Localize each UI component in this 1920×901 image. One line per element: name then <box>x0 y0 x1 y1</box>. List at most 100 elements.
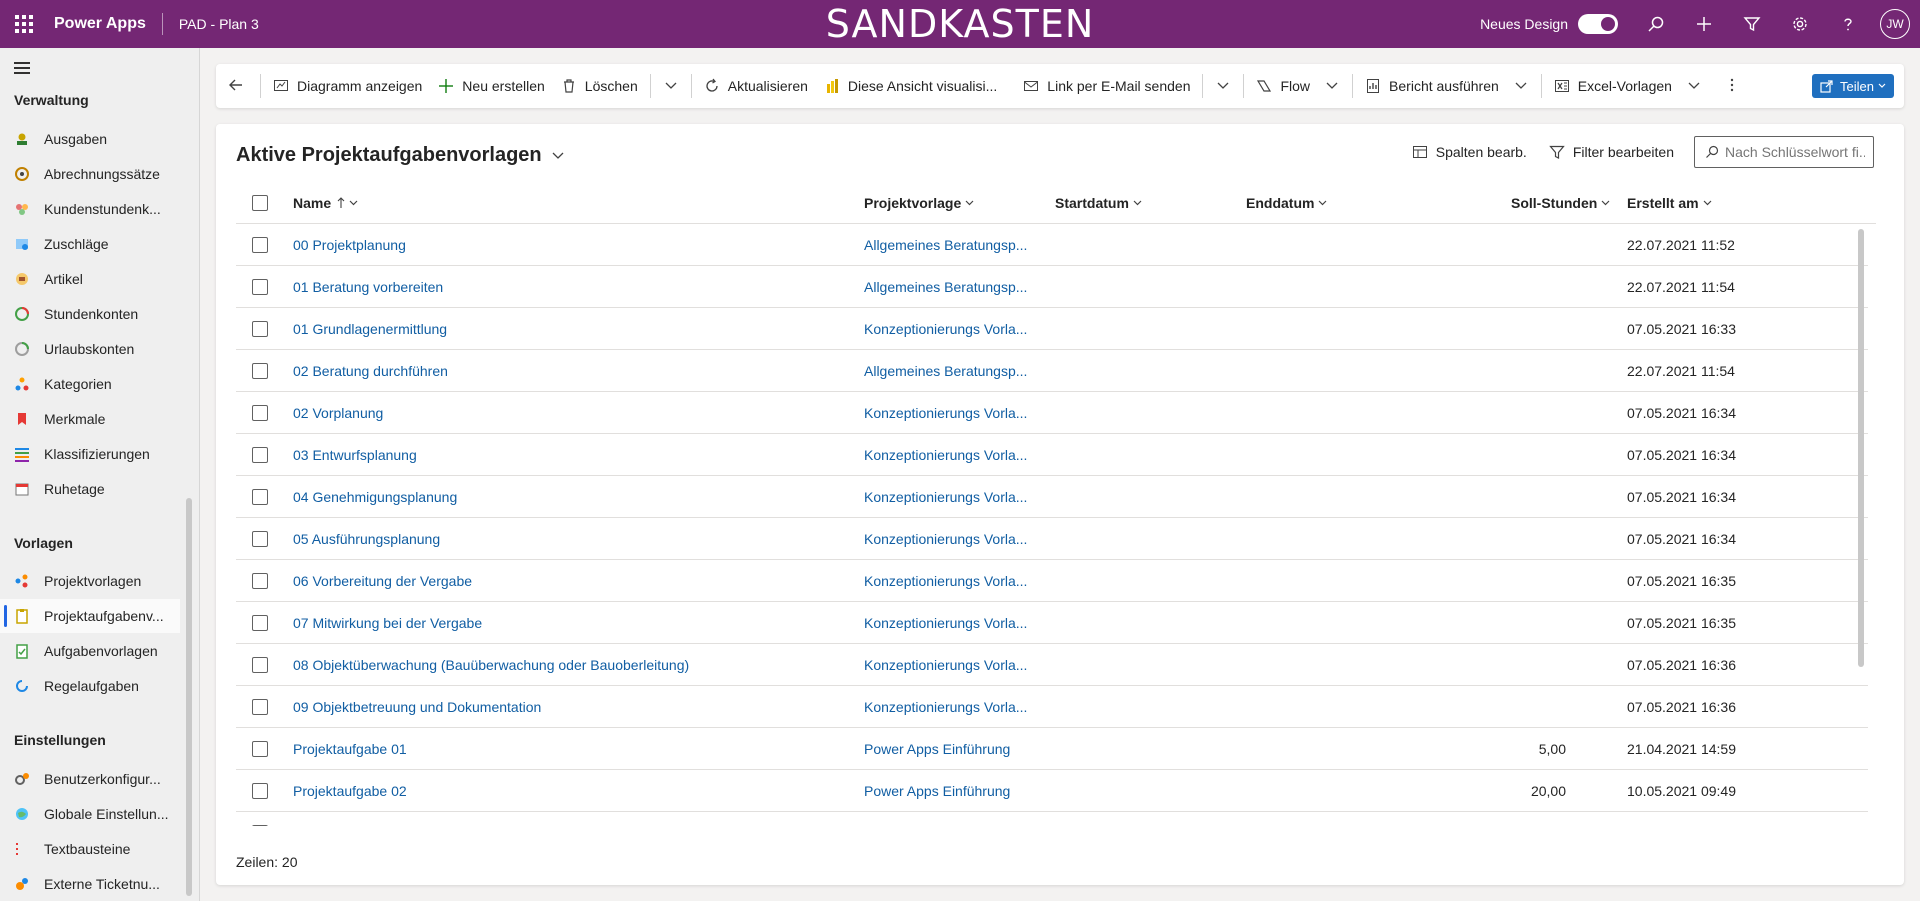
project-template-link[interactable]: Konzeptionierungs Vorla... <box>864 476 1027 518</box>
table-row[interactable]: 02 Beratung durchführen Allgemeines Bera… <box>236 350 1868 392</box>
row-checkbox-cell[interactable] <box>252 518 268 560</box>
show-chart-button[interactable]: Diagramm anzeigen <box>265 64 430 108</box>
sidebar-item-benutzerkonfiguration[interactable]: Benutzerkonfigur... <box>0 762 180 796</box>
row-checkbox-cell[interactable] <box>252 308 268 350</box>
table-row[interactable]: 03 Entwurfsplanung Konzeptionierungs Vor… <box>236 434 1868 476</box>
sidebar-item-artikel[interactable]: Artikel <box>0 262 180 296</box>
project-template-link[interactable]: Konzeptionierungs Vorla... <box>864 686 1027 728</box>
project-template-link[interactable]: Konzeptionierungs Vorla... <box>864 518 1027 560</box>
project-template-link[interactable]: Allgemeines Beratungsp... <box>864 224 1027 266</box>
name-link[interactable]: Projektaufgabe 01 <box>293 728 407 770</box>
project-template-link[interactable]: Power Apps Einführung <box>864 770 1010 812</box>
hamburger-icon[interactable] <box>14 62 30 74</box>
sidebar-item-kategorien[interactable]: Kategorien <box>0 367 180 401</box>
row-checkbox[interactable] <box>252 657 268 673</box>
name-link[interactable]: 01 Grundlagenermittlung <box>293 308 447 350</box>
row-checkbox[interactable] <box>252 363 268 379</box>
column-header-projektvorlage[interactable]: Projektvorlage <box>864 182 974 224</box>
row-checkbox[interactable] <box>252 237 268 253</box>
row-checkbox-cell[interactable] <box>252 560 268 602</box>
name-link[interactable]: 02 Beratung durchführen <box>293 350 448 392</box>
row-checkbox-cell[interactable] <box>252 728 268 770</box>
column-header-erstellt-am[interactable]: Erstellt am <box>1627 182 1712 224</box>
name-link[interactable]: 08 Objektüberwachung (Bauüberwachung ode… <box>293 644 689 686</box>
project-template-link[interactable]: Allgemeines Beratungsp... <box>864 350 1027 392</box>
avatar[interactable]: JW <box>1880 9 1910 39</box>
table-row[interactable]: 00 Projektplanung Allgemeines Beratungsp… <box>236 224 1868 266</box>
project-template-link[interactable]: Konzeptionierungs Vorla... <box>864 602 1027 644</box>
project-template-link[interactable]: Konzeptionierungs Vorla... <box>864 644 1027 686</box>
table-row[interactable]: Projektaufgabe 03 Power Apps Einführung … <box>236 812 1868 826</box>
name-link[interactable]: 02 Vorplanung <box>293 392 383 434</box>
sidebar-item-projektaufgabenvorlagen[interactable]: Projektaufgabenv... <box>0 599 180 633</box>
plus-icon[interactable] <box>1680 0 1728 48</box>
name-link[interactable]: 07 Mitwirkung bei der Vergabe <box>293 602 482 644</box>
excel-templates-button[interactable]: Excel-Vorlagen <box>1546 64 1710 108</box>
sidebar-item-globale-einstellungen[interactable]: Globale Einstellun... <box>0 797 180 831</box>
name-link[interactable]: 06 Vorbereitung der Vergabe <box>293 560 472 602</box>
row-checkbox[interactable] <box>252 615 268 631</box>
row-checkbox-cell[interactable] <box>252 770 268 812</box>
search-icon[interactable] <box>1632 0 1680 48</box>
back-button[interactable] <box>216 64 256 108</box>
project-template-link[interactable]: Konzeptionierungs Vorla... <box>864 308 1027 350</box>
visualize-view-button[interactable]: Diese Ansicht visualisi... <box>816 64 1005 108</box>
row-checkbox[interactable] <box>252 321 268 337</box>
project-template-link[interactable]: Konzeptionierungs Vorla... <box>864 392 1027 434</box>
sidebar-item-klassifizierungen[interactable]: Klassifizierungen <box>0 437 180 471</box>
table-row[interactable]: 09 Objektbetreuung und Dokumentation Kon… <box>236 686 1868 728</box>
sidebar-item-projektvorlagen[interactable]: Projektvorlagen <box>0 564 180 598</box>
sidebar-item-aufgabenvorlagen[interactable]: Aufgabenvorlagen <box>0 634 180 668</box>
table-row[interactable]: 08 Objektüberwachung (Bauüberwachung ode… <box>236 644 1868 686</box>
gear-icon[interactable] <box>1776 0 1824 48</box>
app-name[interactable]: Power Apps <box>54 15 146 33</box>
share-button[interactable]: Teilen <box>1812 74 1894 98</box>
help-icon[interactable] <box>1824 0 1872 48</box>
row-checkbox-cell[interactable] <box>252 266 268 308</box>
edit-filters-button[interactable]: Filter bearbeiten <box>1549 144 1674 160</box>
email-link-button[interactable]: Link per E-Mail senden <box>1015 64 1198 108</box>
sidebar-item-regelaufgaben[interactable]: Regelaufgaben <box>0 669 180 703</box>
sidebar-item-merkmale[interactable]: Merkmale <box>0 402 180 436</box>
row-checkbox-cell[interactable] <box>252 686 268 728</box>
keyword-search-box[interactable] <box>1694 136 1874 168</box>
table-row[interactable]: Projektaufgabe 01 Power Apps Einführung … <box>236 728 1868 770</box>
column-header-enddatum[interactable]: Enddatum <box>1246 182 1327 224</box>
delete-button[interactable]: Löschen <box>553 64 646 108</box>
row-checkbox[interactable] <box>252 783 268 799</box>
sidebar-item-textbausteine[interactable]: Textbausteine <box>0 832 180 866</box>
more-email-options-button[interactable] <box>1207 64 1239 108</box>
row-checkbox[interactable] <box>252 405 268 421</box>
edit-columns-button[interactable]: Spalten bearb. <box>1412 144 1527 160</box>
sidebar-scrollbar[interactable] <box>186 498 192 896</box>
row-checkbox[interactable] <box>252 489 268 505</box>
select-all-checkbox-cell[interactable] <box>252 182 268 224</box>
sidebar-item-zuschlaege[interactable]: Zuschläge <box>0 227 180 261</box>
table-row[interactable]: 01 Grundlagenermittlung Konzeptionierung… <box>236 308 1868 350</box>
row-checkbox-cell[interactable] <box>252 392 268 434</box>
name-link[interactable]: 00 Projektplanung <box>293 224 406 266</box>
table-row[interactable]: 01 Beratung vorbereiten Allgemeines Bera… <box>236 266 1868 308</box>
sidebar-item-kundenstundenkonten[interactable]: Kundenstundenk... <box>0 192 180 226</box>
row-checkbox[interactable] <box>252 279 268 295</box>
sidebar-item-ruhetage[interactable]: Ruhetage <box>0 472 180 506</box>
app-launcher-icon[interactable] <box>0 0 48 48</box>
project-template-link[interactable]: Allgemeines Beratungsp... <box>864 266 1027 308</box>
sidebar-item-ausgaben[interactable]: Ausgaben <box>0 122 180 156</box>
row-checkbox[interactable] <box>252 699 268 715</box>
name-link[interactable]: 05 Ausführungsplanung <box>293 518 440 560</box>
row-checkbox-cell[interactable] <box>252 224 268 266</box>
run-report-button[interactable]: Bericht ausführen <box>1357 64 1537 108</box>
name-link[interactable]: Projektaufgabe 03 <box>293 812 407 826</box>
row-checkbox[interactable] <box>252 741 268 757</box>
project-template-link[interactable]: Konzeptionierungs Vorla... <box>864 560 1027 602</box>
row-checkbox[interactable] <box>252 573 268 589</box>
name-link[interactable]: 01 Beratung vorbereiten <box>293 266 443 308</box>
row-checkbox-cell[interactable] <box>252 434 268 476</box>
table-row[interactable]: 07 Mitwirkung bei der Vergabe Konzeption… <box>236 602 1868 644</box>
view-selector[interactable]: Aktive Projektaufgabenvorlagen <box>236 144 566 167</box>
refresh-button[interactable]: Aktualisieren <box>696 64 816 108</box>
table-row[interactable]: 05 Ausführungsplanung Konzeptionierungs … <box>236 518 1868 560</box>
row-checkbox-cell[interactable] <box>252 350 268 392</box>
name-link[interactable]: Projektaufgabe 02 <box>293 770 407 812</box>
